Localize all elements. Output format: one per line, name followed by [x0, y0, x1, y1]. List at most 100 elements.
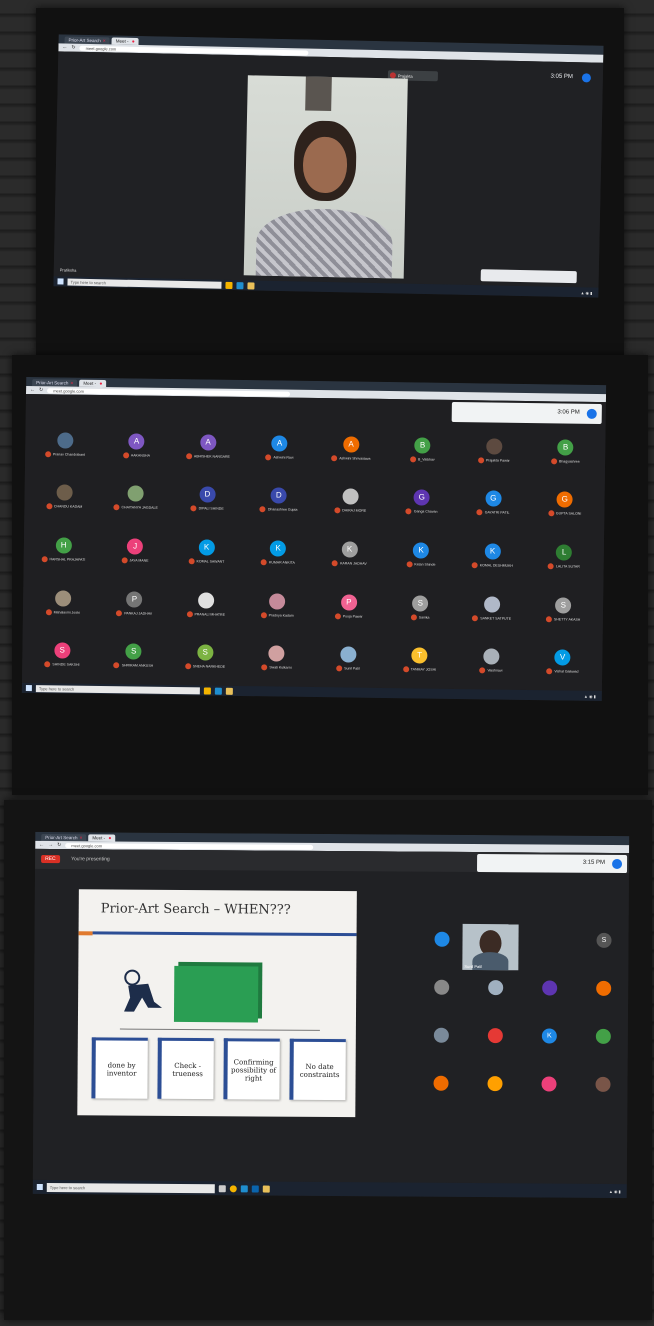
windows-start-icon[interactable] — [57, 278, 64, 285]
participant-tile[interactable]: S SHINDE SAKSHI — [26, 628, 98, 682]
participant-tile[interactable]: SANKET SATPUTE — [456, 582, 528, 636]
participant-avatar[interactable] — [487, 1028, 503, 1044]
windows-start-icon[interactable] — [25, 684, 32, 692]
participant-avatar[interactable]: S — [596, 932, 612, 948]
participant-tile[interactable]: CHANDU KADAM — [28, 471, 100, 525]
edge-icon[interactable] — [240, 1184, 248, 1192]
chrome-icon[interactable] — [204, 686, 212, 695]
avatar: A — [128, 433, 145, 450]
participant-tile[interactable]: B B_Vaibhav — [386, 423, 458, 477]
participant-avatar[interactable] — [433, 1075, 449, 1091]
participant-tile[interactable]: A Ashwini Shrivastava — [315, 422, 387, 476]
participant-tile[interactable]: T TANMAY JOSHI — [383, 633, 455, 687]
participant-tile[interactable]: G GAYATRI PATIL — [457, 477, 529, 531]
participant-avatar[interactable] — [596, 980, 612, 996]
participant-tile[interactable]: Prajakta Pawar — [458, 424, 530, 478]
presented-slide: Prior-Art Search – WHEN??? done by inven… — [77, 889, 357, 1118]
participant-tile[interactable]: D Dhanashree Gupta — [243, 474, 315, 528]
participant-tile[interactable]: A ABHISHEK NANGARE — [172, 420, 244, 474]
back-icon[interactable]: ← — [30, 387, 35, 393]
account-avatar[interactable] — [586, 408, 597, 419]
participant-tile[interactable]: D DIPALI SHINDE — [171, 473, 243, 527]
screen-2: Prior-Art Search × Meet - ● ← ↻ meet.goog… — [21, 376, 607, 702]
participant-tile[interactable]: K KARAN JADHAV — [313, 527, 385, 581]
task-view-icon[interactable] — [218, 1184, 226, 1192]
participant-tile[interactable]: P PANKAJ JADHAV — [98, 577, 170, 631]
participant-tile[interactable]: A AAKANSHA — [100, 419, 172, 473]
slide-box-3: Confirming possibility of right — [223, 1038, 280, 1100]
participant-avatar[interactable] — [487, 1076, 503, 1092]
mic-off-icon — [44, 661, 51, 668]
participant-avatar[interactable]: K — [541, 1028, 557, 1044]
participant-avatar[interactable] — [541, 1076, 557, 1092]
participant-avatar[interactable] — [595, 1028, 611, 1044]
participant-tile[interactable]: J JAYA MANE — [99, 524, 171, 578]
windows-start-icon[interactable] — [36, 1183, 43, 1190]
participant-tile[interactable]: S SNEHA NARKHEDE — [169, 630, 241, 684]
files-icon[interactable] — [226, 687, 234, 695]
mail-icon[interactable] — [251, 1184, 259, 1193]
taskbar-search[interactable]: Type here to search — [67, 278, 223, 289]
participant-tile[interactable]: Pradnya Kadam — [241, 579, 313, 633]
taskbar-search[interactable]: Type here to search — [35, 684, 201, 694]
chrome-icon[interactable] — [225, 281, 234, 289]
reload-icon[interactable]: ↻ — [57, 842, 61, 848]
inventor-figure-icon — [118, 968, 164, 1016]
chat-toast — [480, 269, 577, 284]
participant-name: Pranav Chandrakant — [44, 451, 85, 458]
participant-tile[interactable]: CHAITANYA JAGDALE — [100, 472, 172, 526]
files-icon[interactable] — [247, 281, 256, 289]
reload-icon[interactable]: ↻ — [71, 45, 75, 51]
back-icon[interactable]: ← — [39, 842, 44, 848]
participant-avatar[interactable] — [595, 1076, 611, 1092]
participant-tile[interactable]: K Ketan Shinde — [385, 528, 457, 582]
participant-name-text: Sanika — [418, 615, 430, 620]
back-icon[interactable]: ← — [62, 44, 67, 50]
participant-name: SHETTY AKASH — [545, 615, 580, 622]
participant-tile[interactable]: S Sanika — [384, 581, 456, 635]
participant-tile[interactable]: Swati Kulkarni — [240, 631, 312, 685]
avatar: B — [557, 439, 574, 456]
account-avatar[interactable] — [612, 858, 623, 870]
participant-tile[interactable]: L LALITA SUTAR — [528, 530, 600, 584]
participant-avatar[interactable] — [488, 980, 504, 996]
files-icon[interactable] — [262, 1185, 270, 1193]
url-field[interactable]: meet.google.com — [65, 842, 314, 850]
participant-tile[interactable]: P Pooja Pawar — [313, 580, 385, 634]
participant-tile[interactable]: K KOMAL DESHMUKH — [456, 529, 528, 583]
participant-avatar[interactable] — [433, 1027, 449, 1043]
participant-tile[interactable]: S SHRIRAM ANKUSH — [97, 629, 169, 683]
participant-name: Swati Kulkarni — [261, 664, 292, 671]
participant-tile[interactable]: Mahalaxmi Joshi — [27, 576, 99, 630]
mic-off-icon — [332, 560, 339, 567]
participant-tile[interactable]: Vaishnavi — [455, 634, 527, 688]
forward-icon[interactable]: → — [48, 842, 53, 848]
avatar: H — [55, 537, 72, 554]
participant-name-text: SANKET SATPUTE — [480, 615, 512, 621]
chrome-icon[interactable] — [229, 1184, 237, 1192]
participant-tile[interactable]: G Ganga Chavan — [386, 476, 458, 530]
avatar — [56, 432, 74, 449]
participant-avatar[interactable] — [434, 931, 450, 947]
participant-tile[interactable]: B Bhagyashree — [529, 425, 601, 479]
account-avatar[interactable] — [581, 73, 591, 83]
participant-name: CHANDU KADAM — [45, 503, 82, 511]
participant-avatar[interactable] — [434, 979, 450, 995]
taskbar-search[interactable]: Type here to search — [46, 1182, 216, 1193]
participant-tile[interactable]: S SHETTY AKASH — [527, 583, 599, 637]
edge-icon[interactable] — [215, 687, 223, 695]
participant-tile[interactable]: K KOMAL SAWANT — [170, 525, 242, 579]
participant-tile[interactable]: H HARSHAL PRAJAPATI — [27, 523, 99, 577]
participant-tile[interactable]: G GUPTA SALONI — [529, 478, 601, 532]
participant-tile[interactable]: PRANALI MHATRE — [170, 578, 242, 632]
participant-video — [243, 75, 408, 279]
participant-tile[interactable]: Sunil Patil — [312, 632, 384, 686]
participant-tile[interactable]: DHIRAJ MORE — [314, 475, 386, 529]
participant-tile[interactable]: K KUMAR ANKITA — [242, 526, 314, 580]
reload-icon[interactable]: ↻ — [39, 387, 43, 393]
participant-tile[interactable]: Pranav Chandrakant — [29, 418, 101, 472]
participant-tile[interactable]: V Vishal Gaikwad — [526, 635, 598, 689]
participant-tile[interactable]: A Ashwini Ravi — [243, 421, 315, 475]
participant-avatar[interactable] — [542, 980, 558, 996]
edge-icon[interactable] — [236, 281, 245, 289]
